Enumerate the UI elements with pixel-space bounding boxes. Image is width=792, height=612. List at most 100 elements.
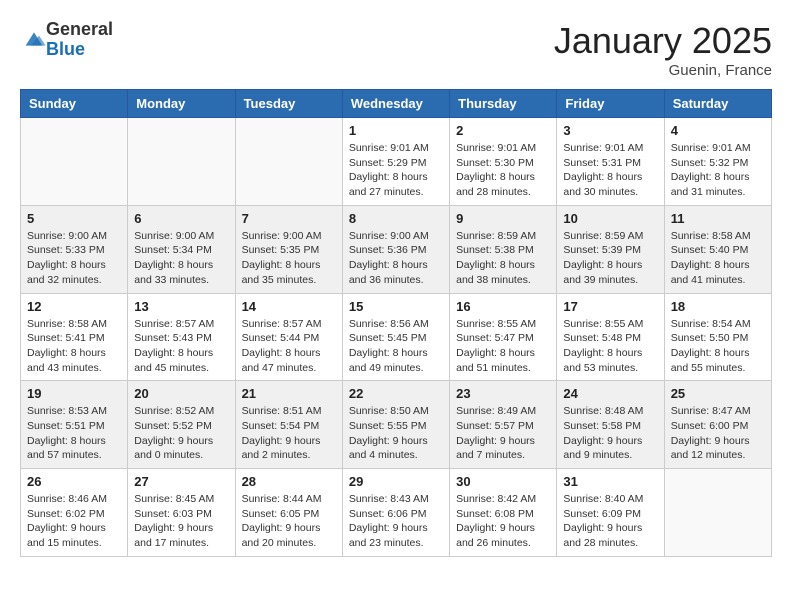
logo-general: General xyxy=(46,20,113,40)
calendar-cell: 12 Sunrise: 8:58 AM Sunset: 5:41 PM Dayli… xyxy=(21,293,128,381)
calendar-cell: 5Sunrise: 9:00 AM Sunset: 5:33 PM Daylig… xyxy=(21,205,128,293)
calendar-cell: 17Sunrise: 8:55 AM Sunset: 5:48 PM Dayli… xyxy=(557,293,664,381)
day-info: Sunrise: 8:45 AM Sunset: 6:03 PM Dayligh… xyxy=(134,492,228,551)
day-info: Sunrise: 9:01 AM Sunset: 5:29 PM Dayligh… xyxy=(349,141,443,200)
calendar-cell: 4 Sunrise: 9:01 AM Sunset: 5:32 PM Daylig… xyxy=(664,118,771,206)
page-header: General Blue January 2025 Guenin, France xyxy=(20,20,772,79)
column-header-tuesday: Tuesday xyxy=(235,90,342,118)
day-info: Sunrise: 8:42 AM Sunset: 6:08 PM Dayligh… xyxy=(456,492,550,551)
day-info: Sunrise: 8:43 AM Sunset: 6:06 PM Dayligh… xyxy=(349,492,443,551)
column-header-friday: Friday xyxy=(557,90,664,118)
day-info: Sunrise: 8:59 AM Sunset: 5:39 PM Dayligh… xyxy=(563,229,657,288)
day-info: Sunrise: 8:50 AM Sunset: 5:55 PM Dayligh… xyxy=(349,404,443,463)
calendar-cell: 20 Sunrise: 8:52 AM Sunset: 5:52 PM Dayli… xyxy=(128,381,235,469)
day-number: 13 xyxy=(134,299,228,314)
day-number: 4 xyxy=(671,123,765,138)
day-number: 7 xyxy=(242,211,336,226)
calendar-cell: 25 Sunrise: 8:47 AM Sunset: 6:00 PM Dayli… xyxy=(664,381,771,469)
calendar-cell xyxy=(21,118,128,206)
calendar-cell: 26 Sunrise: 8:46 AM Sunset: 6:02 PM Dayli… xyxy=(21,469,128,557)
calendar-cell: 7 Sunrise: 9:00 AM Sunset: 5:35 PM Daylig… xyxy=(235,205,342,293)
calendar-week-row: 1Sunrise: 9:01 AM Sunset: 5:29 PM Daylig… xyxy=(21,118,772,206)
day-number: 12 xyxy=(27,299,121,314)
day-info: Sunrise: 8:52 AM Sunset: 5:52 PM Dayligh… xyxy=(134,404,228,463)
day-info: Sunrise: 8:51 AM Sunset: 5:54 PM Dayligh… xyxy=(242,404,336,463)
day-number: 20 xyxy=(134,386,228,401)
calendar-cell: 19Sunrise: 8:53 AM Sunset: 5:51 PM Dayli… xyxy=(21,381,128,469)
day-info: Sunrise: 8:47 AM Sunset: 6:00 PM Dayligh… xyxy=(671,404,765,463)
day-info: Sunrise: 9:00 AM Sunset: 5:35 PM Dayligh… xyxy=(242,229,336,288)
calendar-cell: 24Sunrise: 8:48 AM Sunset: 5:58 PM Dayli… xyxy=(557,381,664,469)
column-header-saturday: Saturday xyxy=(664,90,771,118)
logo-text: General Blue xyxy=(46,20,113,60)
day-info: Sunrise: 8:59 AM Sunset: 5:38 PM Dayligh… xyxy=(456,229,550,288)
day-info: Sunrise: 9:01 AM Sunset: 5:31 PM Dayligh… xyxy=(563,141,657,200)
day-info: Sunrise: 8:49 AM Sunset: 5:57 PM Dayligh… xyxy=(456,404,550,463)
day-info: Sunrise: 8:44 AM Sunset: 6:05 PM Dayligh… xyxy=(242,492,336,551)
calendar-cell: 23 Sunrise: 8:49 AM Sunset: 5:57 PM Dayli… xyxy=(450,381,557,469)
day-number: 19 xyxy=(27,386,121,401)
title-block: January 2025 Guenin, France xyxy=(554,20,772,79)
day-number: 16 xyxy=(456,299,550,314)
logo: General Blue xyxy=(20,20,113,60)
calendar-cell: 13 Sunrise: 8:57 AM Sunset: 5:43 PM Dayli… xyxy=(128,293,235,381)
day-number: 25 xyxy=(671,386,765,401)
day-info: Sunrise: 9:01 AM Sunset: 5:30 PM Dayligh… xyxy=(456,141,550,200)
logo-icon xyxy=(22,29,46,49)
day-info: Sunrise: 8:54 AM Sunset: 5:50 PM Dayligh… xyxy=(671,317,765,376)
calendar-week-row: 19Sunrise: 8:53 AM Sunset: 5:51 PM Dayli… xyxy=(21,381,772,469)
day-info: Sunrise: 9:00 AM Sunset: 5:33 PM Dayligh… xyxy=(27,229,121,288)
day-info: Sunrise: 8:56 AM Sunset: 5:45 PM Dayligh… xyxy=(349,317,443,376)
day-number: 29 xyxy=(349,474,443,489)
day-info: Sunrise: 8:58 AM Sunset: 5:41 PM Dayligh… xyxy=(27,317,121,376)
day-number: 9 xyxy=(456,211,550,226)
day-number: 10 xyxy=(563,211,657,226)
calendar-cell: 27Sunrise: 8:45 AM Sunset: 6:03 PM Dayli… xyxy=(128,469,235,557)
column-header-sunday: Sunday xyxy=(21,90,128,118)
column-header-thursday: Thursday xyxy=(450,90,557,118)
calendar-week-row: 26 Sunrise: 8:46 AM Sunset: 6:02 PM Dayli… xyxy=(21,469,772,557)
calendar-cell: 8Sunrise: 9:00 AM Sunset: 5:36 PM Daylig… xyxy=(342,205,449,293)
calendar-cell: 21 Sunrise: 8:51 AM Sunset: 5:54 PM Dayli… xyxy=(235,381,342,469)
day-number: 23 xyxy=(456,386,550,401)
calendar-cell: 15 Sunrise: 8:56 AM Sunset: 5:45 PM Dayli… xyxy=(342,293,449,381)
day-info: Sunrise: 8:57 AM Sunset: 5:43 PM Dayligh… xyxy=(134,317,228,376)
day-number: 11 xyxy=(671,211,765,226)
calendar-cell: 16 Sunrise: 8:55 AM Sunset: 5:47 PM Dayli… xyxy=(450,293,557,381)
column-header-wednesday: Wednesday xyxy=(342,90,449,118)
day-number: 18 xyxy=(671,299,765,314)
day-number: 2 xyxy=(456,123,550,138)
calendar-cell: 30 Sunrise: 8:42 AM Sunset: 6:08 PM Dayli… xyxy=(450,469,557,557)
calendar-week-row: 12 Sunrise: 8:58 AM Sunset: 5:41 PM Dayli… xyxy=(21,293,772,381)
day-info: Sunrise: 8:46 AM Sunset: 6:02 PM Dayligh… xyxy=(27,492,121,551)
calendar-cell: 14 Sunrise: 8:57 AM Sunset: 5:44 PM Dayli… xyxy=(235,293,342,381)
day-info: Sunrise: 8:55 AM Sunset: 5:48 PM Dayligh… xyxy=(563,317,657,376)
calendar-cell: 2 Sunrise: 9:01 AM Sunset: 5:30 PM Daylig… xyxy=(450,118,557,206)
calendar-cell: 10 Sunrise: 8:59 AM Sunset: 5:39 PM Dayli… xyxy=(557,205,664,293)
logo-blue: Blue xyxy=(46,40,113,60)
calendar-cell: 3 Sunrise: 9:01 AM Sunset: 5:31 PM Daylig… xyxy=(557,118,664,206)
calendar-week-row: 5Sunrise: 9:00 AM Sunset: 5:33 PM Daylig… xyxy=(21,205,772,293)
day-number: 15 xyxy=(349,299,443,314)
calendar-cell: 1Sunrise: 9:01 AM Sunset: 5:29 PM Daylig… xyxy=(342,118,449,206)
day-number: 30 xyxy=(456,474,550,489)
day-info: Sunrise: 8:40 AM Sunset: 6:09 PM Dayligh… xyxy=(563,492,657,551)
calendar-cell xyxy=(235,118,342,206)
calendar-table: SundayMondayTuesdayWednesdayThursdayFrid… xyxy=(20,89,772,557)
day-number: 22 xyxy=(349,386,443,401)
day-number: 26 xyxy=(27,474,121,489)
day-info: Sunrise: 8:55 AM Sunset: 5:47 PM Dayligh… xyxy=(456,317,550,376)
day-number: 3 xyxy=(563,123,657,138)
day-number: 21 xyxy=(242,386,336,401)
day-number: 31 xyxy=(563,474,657,489)
day-info: Sunrise: 8:58 AM Sunset: 5:40 PM Dayligh… xyxy=(671,229,765,288)
day-info: Sunrise: 8:57 AM Sunset: 5:44 PM Dayligh… xyxy=(242,317,336,376)
day-info: Sunrise: 9:01 AM Sunset: 5:32 PM Dayligh… xyxy=(671,141,765,200)
day-info: Sunrise: 9:00 AM Sunset: 5:34 PM Dayligh… xyxy=(134,229,228,288)
calendar-cell: 28Sunrise: 8:44 AM Sunset: 6:05 PM Dayli… xyxy=(235,469,342,557)
day-number: 24 xyxy=(563,386,657,401)
calendar-cell: 11 Sunrise: 8:58 AM Sunset: 5:40 PM Dayli… xyxy=(664,205,771,293)
column-header-monday: Monday xyxy=(128,90,235,118)
day-info: Sunrise: 9:00 AM Sunset: 5:36 PM Dayligh… xyxy=(349,229,443,288)
day-number: 14 xyxy=(242,299,336,314)
